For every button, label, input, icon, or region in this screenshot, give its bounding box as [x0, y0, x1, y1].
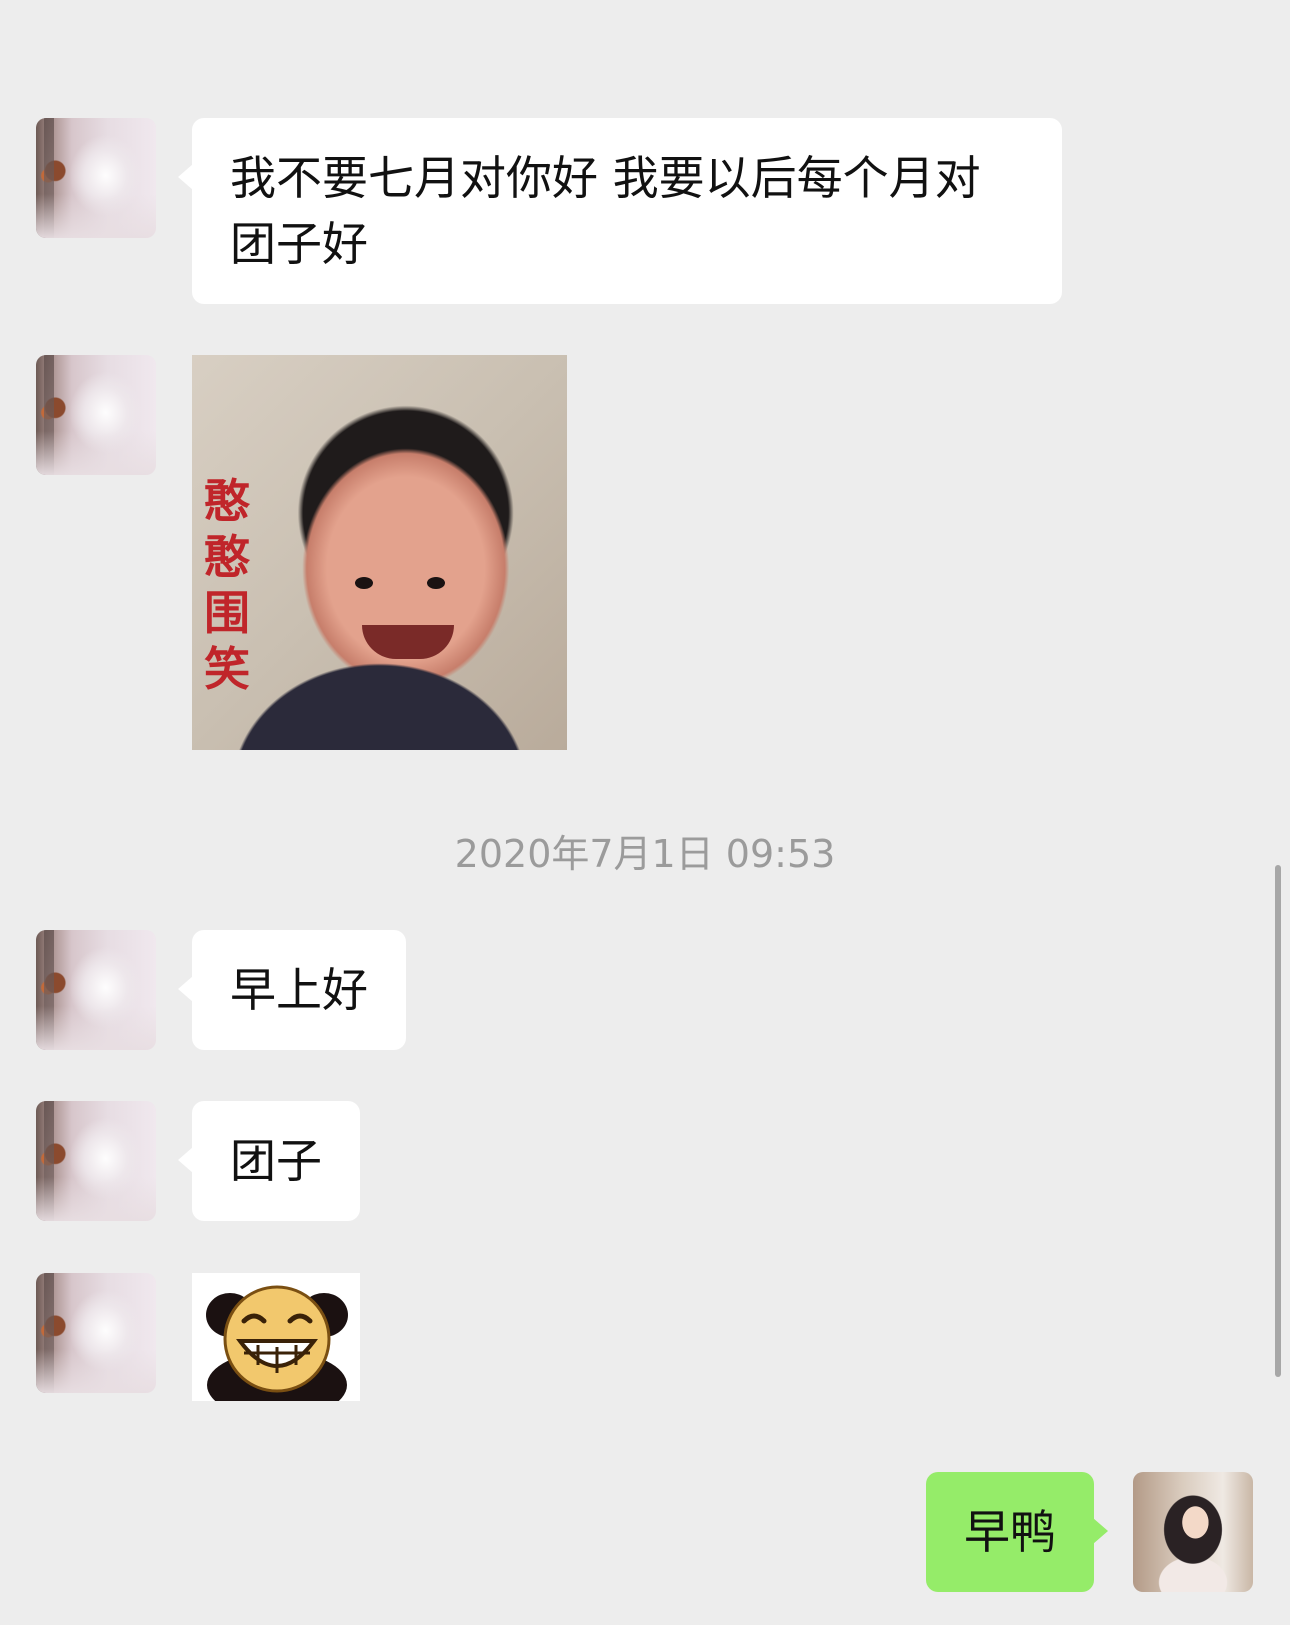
message-text: 团子: [230, 1134, 322, 1188]
message-bubble[interactable]: 早上好: [178, 930, 406, 1050]
scrollbar[interactable]: [1275, 865, 1281, 1377]
message-bubble[interactable]: 团子: [178, 1101, 360, 1221]
sticker-message[interactable]: [192, 1273, 360, 1401]
eye-shape: [427, 577, 445, 589]
image-caption: 憨憨围笑: [204, 474, 250, 696]
friend-avatar[interactable]: [36, 118, 156, 238]
chat-history[interactable]: 我不要七月对你好 我要以后每个月对团子好 憨憨围笑 2020年7月1日 09:5…: [0, 0, 1290, 1625]
mouth-shape: [362, 625, 454, 659]
message-bubble-outgoing[interactable]: 早鸭: [926, 1472, 1108, 1592]
timestamp: 2020年7月1日 09:53: [454, 832, 836, 876]
friend-avatar[interactable]: [36, 1101, 156, 1221]
eye-shape: [355, 577, 373, 589]
message-text: 我不要七月对你好 我要以后每个月对团子好: [230, 151, 981, 271]
message-text: 早上好: [230, 963, 368, 1017]
friend-avatar[interactable]: [36, 1273, 156, 1393]
my-avatar[interactable]: [1133, 1472, 1253, 1592]
friend-avatar[interactable]: [36, 930, 156, 1050]
image-message[interactable]: 憨憨围笑: [192, 355, 567, 750]
grinning-panda-emoji: [206, 1285, 348, 1401]
message-bubble[interactable]: 我不要七月对你好 我要以后每个月对团子好: [178, 118, 1062, 304]
friend-avatar[interactable]: [36, 355, 156, 475]
message-text: 早鸭: [964, 1505, 1056, 1559]
